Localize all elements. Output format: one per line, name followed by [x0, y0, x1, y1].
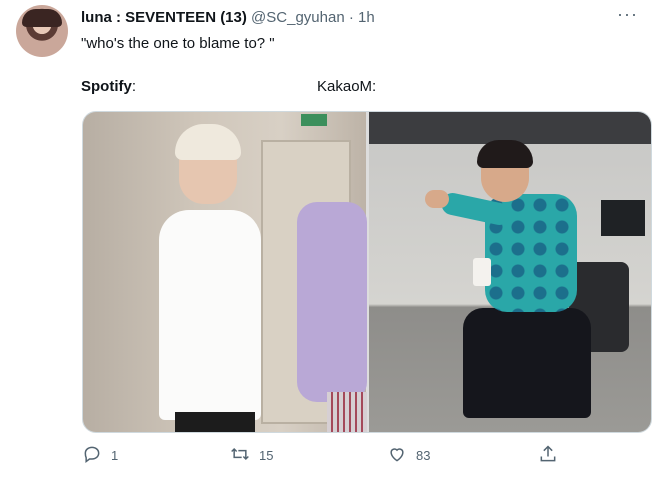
display-name[interactable]: luna : SEVENTEEN (13) — [81, 9, 247, 26]
share-icon — [538, 444, 558, 467]
more-icon[interactable]: ··· — [617, 4, 638, 25]
media-photo-left[interactable] — [83, 112, 367, 432]
separator: · — [348, 9, 354, 26]
like-count: 83 — [416, 448, 431, 463]
tweet-header: luna : SEVENTEEN (13) @SC_gyuhan · 1h — [81, 9, 375, 26]
user-handle[interactable]: @SC_gyuhan — [251, 9, 345, 26]
reply-icon — [82, 444, 102, 467]
media-photo-right[interactable] — [369, 112, 651, 432]
label-spotify-colon: : — [131, 78, 137, 95]
retweet-button[interactable]: 15 — [230, 444, 273, 467]
retweet-count: 15 — [259, 448, 274, 463]
reply-button[interactable]: 1 — [82, 444, 118, 467]
share-button[interactable] — [538, 444, 558, 467]
tweet-text: "who's the one to blame to? " — [81, 35, 275, 52]
reply-count: 1 — [111, 448, 119, 463]
like-icon — [387, 444, 407, 467]
retweet-icon — [230, 444, 250, 467]
avatar[interactable] — [16, 5, 68, 57]
tweet-media[interactable] — [82, 111, 652, 433]
action-bar: 1 15 83 — [0, 444, 658, 468]
like-button[interactable]: 83 — [387, 444, 430, 467]
label-spotify-text: Spotify — [81, 78, 132, 95]
label-kakaom: KakaoM: — [317, 78, 377, 95]
timestamp[interactable]: 1h — [358, 9, 375, 26]
label-spotify: Spotify: — [81, 78, 136, 95]
